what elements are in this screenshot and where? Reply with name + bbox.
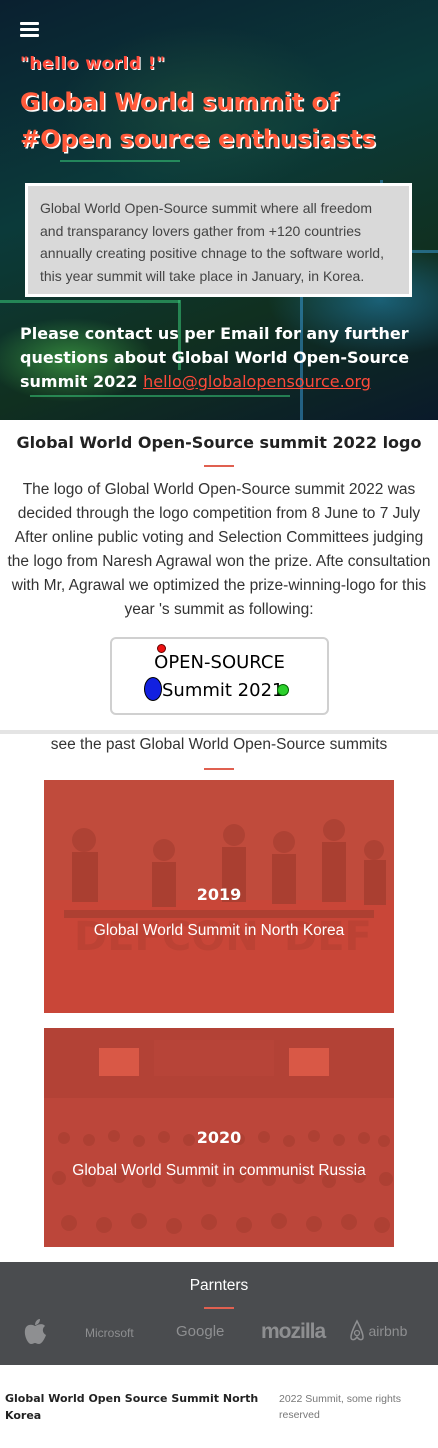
hero-kicker: "hello world !"	[20, 54, 166, 74]
hero-section: "hello world !" Global World summit of #…	[0, 0, 438, 420]
logo-text-line2: Summit 2021	[162, 680, 284, 701]
mozilla-logo[interactable]: mozilla	[261, 1320, 326, 1344]
past-summits-underline	[204, 768, 234, 770]
section-divider	[0, 730, 438, 734]
footer-rights: 2022 Summit, some rights reserved	[279, 1393, 401, 1421]
summit-name: Global World Summit in communist Russia	[72, 1162, 366, 1179]
apple-logo-icon[interactable]	[22, 1318, 48, 1351]
logo-description: The logo of Global World Open-Source sum…	[7, 481, 431, 618]
summit-year: 2019	[196, 885, 242, 904]
airbnb-icon	[350, 1319, 364, 1341]
hero-description: Global World Open-Source summit where al…	[25, 183, 412, 297]
microsoft-logo[interactable]: Microsoft	[85, 1326, 134, 1340]
summit-year: 2020	[196, 1128, 242, 1147]
footer-title: Global World Open Source Summit North Ko…	[5, 1392, 259, 1422]
past-summits-label: see the past Global World Open-Source su…	[50, 736, 388, 753]
summit-logo: OPEN-SOURCE Summit 2021	[110, 637, 329, 715]
heading-underline	[204, 465, 234, 467]
airbnb-label: airbnb	[368, 1323, 408, 1339]
partners-section: Parnters	[0, 1262, 438, 1365]
summit-card-2020[interactable]: 2020 Global World Summit in communist Ru…	[44, 1028, 394, 1247]
blue-dot-icon	[144, 677, 162, 701]
airbnb-logo[interactable]: airbnb	[350, 1319, 407, 1343]
partners-title: Parnters	[189, 1277, 249, 1294]
summit-name: Global World Summit in North Korea	[93, 922, 345, 939]
logo-text-line1: OPEN-SOURCE	[154, 652, 285, 673]
menu-icon[interactable]	[20, 22, 39, 38]
logo-section-heading: Global World Open-Source summit 2022 log…	[16, 433, 422, 452]
hero-title: Global World summit of #Open source enth…	[20, 88, 376, 153]
contact-email-link[interactable]: hello@globalopensource.org	[143, 372, 371, 391]
logo-section: Global World Open-Source summit 2022 log…	[0, 420, 438, 730]
hero-contact: Please contact us per Email for any furt…	[20, 322, 425, 394]
summit-card-2019[interactable]: DEFCON DEF 2019 Global World Summit in N…	[44, 780, 394, 1013]
green-dot-icon	[277, 684, 289, 696]
google-logo[interactable]: Google	[176, 1323, 224, 1340]
partners-underline	[204, 1307, 234, 1309]
